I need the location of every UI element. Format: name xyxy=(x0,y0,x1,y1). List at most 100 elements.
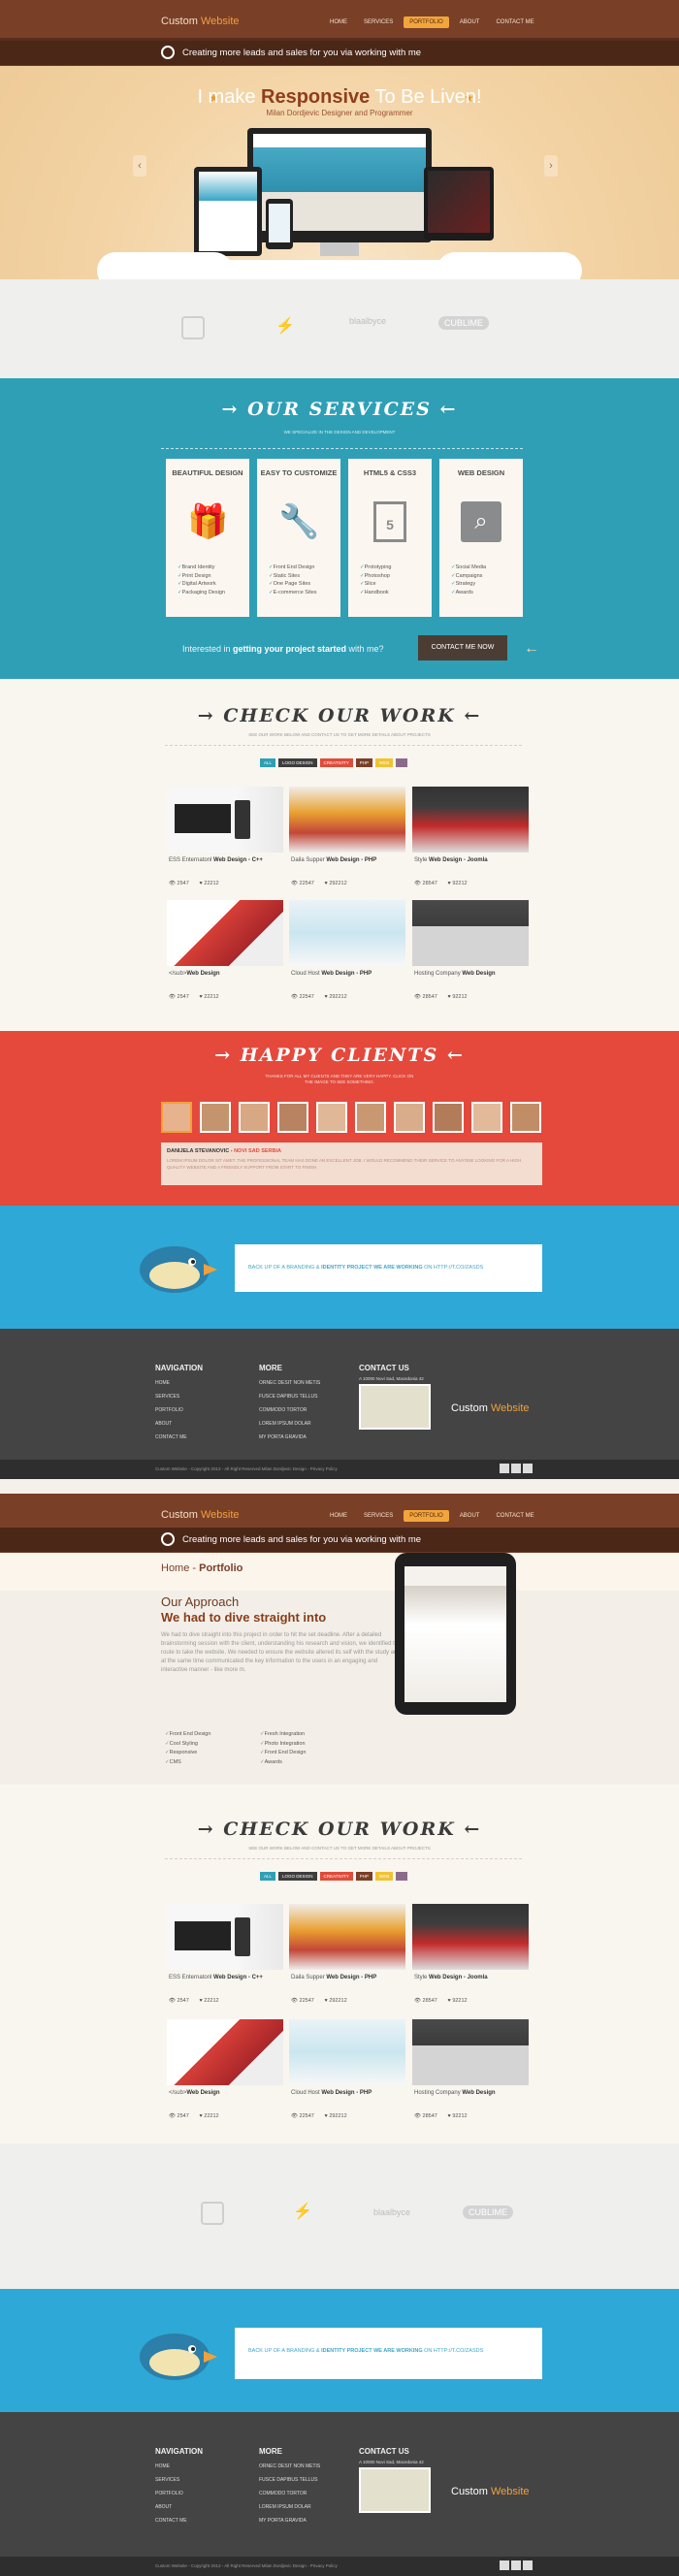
nav-about[interactable]: ABOUT xyxy=(454,1510,486,1522)
promo-strip: Creating more leads and sales for you vi… xyxy=(0,41,679,66)
filter-all[interactable]: ALL xyxy=(260,1872,276,1881)
logo[interactable]: Custom Website xyxy=(161,16,240,27)
nav-services[interactable]: SERVICES xyxy=(358,1510,399,1522)
portfolio-thumb[interactable] xyxy=(289,2019,405,2085)
nav-contact[interactable]: CONTACT ME xyxy=(490,1510,539,1522)
nav-about[interactable]: ABOUT xyxy=(454,16,486,28)
facebook-icon[interactable] xyxy=(500,1464,509,1473)
filter-all[interactable]: ALL xyxy=(260,758,276,767)
slider-next-button[interactable]: › xyxy=(544,155,558,177)
portfolio-meta: 👁 28547 ♥ 92212 xyxy=(414,2113,468,2119)
footer-link[interactable]: LOREM IPSUM DOLAR xyxy=(259,2500,320,2514)
footer: NAVIGATION HOME SERVICES PORTFOLIO ABOUT CON… xyxy=(0,2412,679,2576)
client-avatar[interactable] xyxy=(510,1102,541,1133)
client-logo: blaalbyce xyxy=(349,316,387,326)
portfolio-thumb[interactable] xyxy=(167,1904,283,1970)
client-avatar[interactable] xyxy=(433,1102,464,1133)
footer-link[interactable]: LOREM IPSUM DOLAR xyxy=(259,1417,320,1431)
service-card: BEAUTIFUL DESIGN 🎁 Brand IdentityPrint D… xyxy=(166,459,249,617)
footer-link[interactable]: FUSCE DAPIBUS TELLUS xyxy=(259,2473,320,2487)
filter-logo[interactable]: LOGO DESIGN xyxy=(278,1872,317,1881)
hero-slider: ★ ★ I make Responsive To Be Liven! Milan… xyxy=(0,66,679,279)
filter-php[interactable]: PHP xyxy=(355,1872,372,1881)
slider-prev-button[interactable]: ‹ xyxy=(133,155,146,177)
footer-link[interactable]: COMMODO TORTOR xyxy=(259,1403,320,1417)
client-avatar[interactable] xyxy=(355,1102,386,1133)
footer-link[interactable]: SERVICES xyxy=(155,1390,203,1403)
portfolio-thumb[interactable] xyxy=(289,900,405,966)
footer-link[interactable]: ABOUT xyxy=(155,2500,203,2514)
portfolio-thumb[interactable] xyxy=(412,1904,529,1970)
portfolio-thumb[interactable] xyxy=(167,787,283,853)
portfolio-caption: Hosting Company Web Design xyxy=(414,971,496,977)
footer-link[interactable]: CONTACT ME xyxy=(155,2514,203,2528)
nav-contact[interactable]: CONTACT ME xyxy=(490,16,539,28)
breadcrumb-current: Portfolio xyxy=(199,1562,243,1574)
breadcrumb-home[interactable]: Home xyxy=(161,1562,189,1574)
filter-creativity[interactable]: CREATIVITY xyxy=(319,1872,353,1881)
rss-icon[interactable] xyxy=(523,2560,533,2570)
map-image[interactable] xyxy=(359,1384,431,1430)
footer-logo[interactable]: Custom Website xyxy=(451,1402,530,1414)
logo[interactable]: Custom Website xyxy=(161,1509,240,1521)
footer-more-title: MORE xyxy=(259,1364,282,1372)
footer-contact: CONTACT US A 10000 Novi Sad, Macedonia 4… xyxy=(359,2447,424,2469)
footer-link[interactable]: ORNEC DESIT NON METIS xyxy=(259,1376,320,1390)
portfolio-thumb[interactable] xyxy=(289,1904,405,1970)
footer-link[interactable]: COMMODO TORTOR xyxy=(259,2487,320,2500)
filter-extra[interactable] xyxy=(396,1872,407,1881)
portfolio-thumb[interactable] xyxy=(412,900,529,966)
footer-link[interactable]: FUSCE DAPIBUS TELLUS xyxy=(259,1390,320,1403)
portfolio-thumb[interactable] xyxy=(289,787,405,853)
arrow-left-icon: ← xyxy=(524,640,539,657)
footer-link[interactable]: MY PORTA GRAVIDA xyxy=(259,2514,320,2528)
client-avatar[interactable] xyxy=(277,1102,308,1133)
happy-clients-section: → HAPPY CLIENTS ← THANKS FOR ALL MY CLIE… xyxy=(0,1031,679,1206)
nav-home[interactable]: HOME xyxy=(324,16,353,28)
contact-me-button[interactable]: CONTACT ME NOW xyxy=(418,635,507,660)
footer-link[interactable]: ORNEC DESIT NON METIS xyxy=(259,2460,320,2473)
filter-bar: ALL LOGO DESIGN CREATIVITY PHP WEB xyxy=(260,758,410,767)
nav-services[interactable]: SERVICES xyxy=(358,16,399,28)
service-title: EASY TO CUSTOMIZE xyxy=(260,468,338,477)
portfolio-thumb[interactable] xyxy=(167,2019,283,2085)
client-avatar[interactable] xyxy=(200,1102,231,1133)
happy-title: → HAPPY CLIENTS ← xyxy=(214,1045,465,1066)
footer-link[interactable]: PORTFOLIO xyxy=(155,1403,203,1417)
twitter-section: BACK UP OF A BRANDING & IDENTITY PROJECT… xyxy=(0,1206,679,1329)
filter-logo[interactable]: LOGO DESIGN xyxy=(278,758,317,767)
footer-link[interactable]: HOME xyxy=(155,2460,203,2473)
filter-extra[interactable] xyxy=(396,758,407,767)
footer-link[interactable]: ABOUT xyxy=(155,1417,203,1431)
nav-portfolio[interactable]: PORTFOLIO xyxy=(404,1510,449,1522)
client-avatar[interactable] xyxy=(161,1102,192,1133)
twitter-icon[interactable] xyxy=(511,2560,521,2570)
filter-web[interactable]: WEB xyxy=(374,758,394,767)
twitter-icon[interactable] xyxy=(511,1464,521,1473)
nav-home[interactable]: HOME xyxy=(324,1510,353,1522)
portfolio-thumb[interactable] xyxy=(412,787,529,853)
footer-more: MORE ORNEC DESIT NON METIS FUSCE DAPIBUS … xyxy=(259,1364,320,1444)
client-logo: blaalbyce xyxy=(373,2207,411,2217)
footer-link[interactable]: CONTACT ME xyxy=(155,1431,203,1444)
filter-creativity[interactable]: CREATIVITY xyxy=(319,758,353,767)
client-avatar[interactable] xyxy=(316,1102,347,1133)
footer-link[interactable]: HOME xyxy=(155,1376,203,1390)
portfolio-thumb[interactable] xyxy=(412,2019,529,2085)
footer-logo[interactable]: Custom Website xyxy=(451,2486,530,2497)
client-avatar[interactable] xyxy=(239,1102,270,1133)
filter-php[interactable]: PHP xyxy=(355,758,372,767)
filter-web[interactable]: WEB xyxy=(374,1872,394,1881)
client-avatar[interactable] xyxy=(394,1102,425,1133)
footer-link[interactable]: PORTFOLIO xyxy=(155,2487,203,2500)
portfolio-thumb[interactable] xyxy=(167,900,283,966)
html5-icon: 5 xyxy=(373,501,406,542)
client-avatar[interactable] xyxy=(471,1102,502,1133)
nav-portfolio[interactable]: PORTFOLIO xyxy=(404,16,449,28)
facebook-icon[interactable] xyxy=(500,2560,509,2570)
footer-link[interactable]: MY PORTA GRAVIDA xyxy=(259,1431,320,1444)
rss-icon[interactable] xyxy=(523,1464,533,1473)
map-image[interactable] xyxy=(359,2467,431,2513)
footer-link[interactable]: SERVICES xyxy=(155,2473,203,2487)
search-icon: ⌕ xyxy=(461,501,501,542)
